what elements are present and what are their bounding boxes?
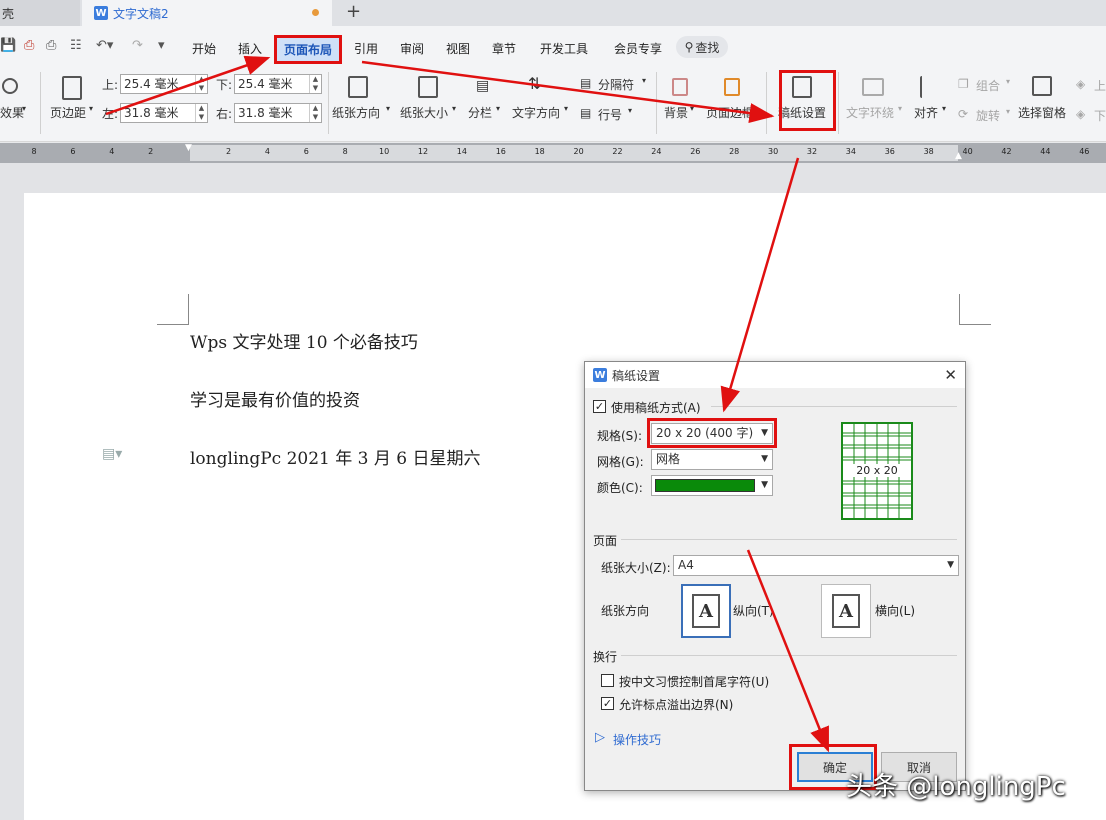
arrow-to-ok-button <box>746 549 830 753</box>
arrow-to-manuscript-button <box>361 60 775 123</box>
annotation-arrows <box>105 55 830 753</box>
arrow-to-layout-menu <box>105 55 271 116</box>
watermark: 头条 @longlingPc <box>846 772 1066 802</box>
arrow-to-spec-select <box>720 157 800 413</box>
